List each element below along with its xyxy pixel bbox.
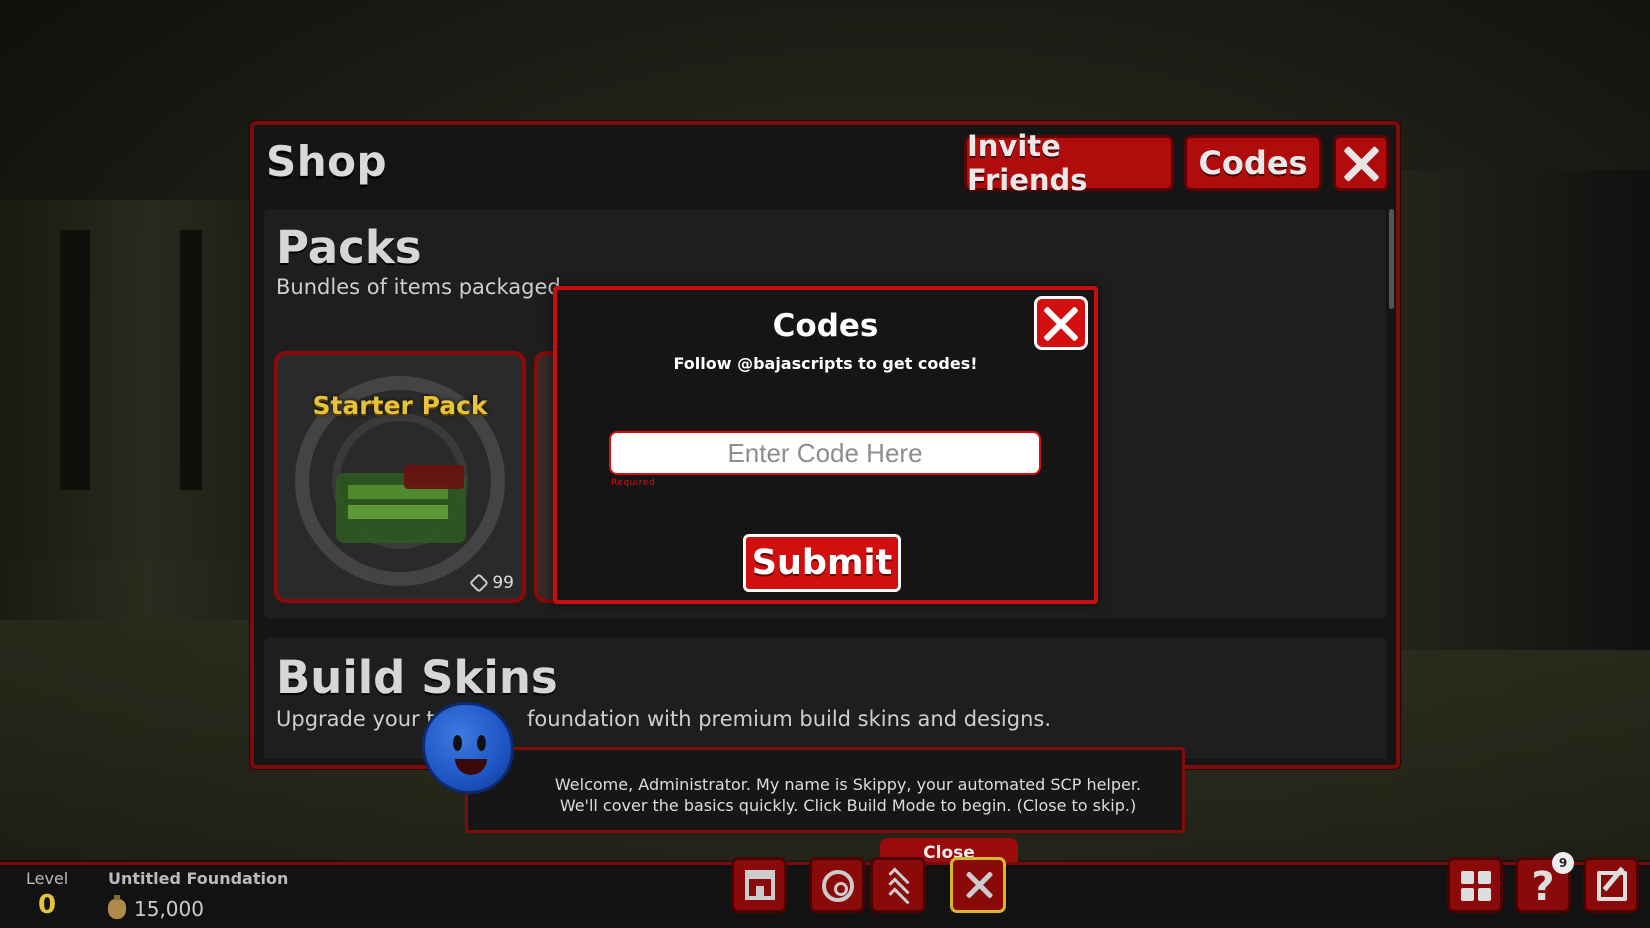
pack-price: 99 — [469, 573, 514, 593]
packs-title: Packs — [276, 221, 422, 274]
pack-name: Starter Pack — [312, 391, 488, 420]
build-skins-description-start: Upgrade your ty — [276, 707, 448, 731]
required-label: Required — [611, 478, 656, 488]
codes-close-button[interactable] — [1034, 296, 1088, 350]
shop-scrollbar[interactable] — [1389, 209, 1394, 309]
codes-subtitle: Follow @bajascripts to get codes! — [673, 354, 978, 373]
robux-icon — [469, 573, 490, 593]
build-skins-description: Upgrade your ty foundation with premium b… — [276, 707, 1051, 731]
tutorial-dialog: Welcome, Administrator. My name is Skipp… — [465, 747, 1185, 833]
codes-dialog: Codes Follow @bajascripts to get codes! … — [553, 286, 1098, 604]
tools-icon — [965, 870, 995, 900]
money-value: 15,000 — [134, 897, 204, 921]
layers-hud-button[interactable] — [870, 857, 926, 913]
help-button[interactable]: ? 9 — [1515, 852, 1574, 913]
codes-button[interactable]: Codes — [1184, 135, 1322, 191]
layers-icon — [885, 867, 913, 909]
codes-title: Codes — [772, 308, 879, 344]
build-skins-title: Build Skins — [276, 651, 558, 704]
background-wall-right — [1390, 170, 1650, 650]
tutorial-text: Welcome, Administrator. My name is Skipp… — [528, 774, 1168, 816]
shop-close-button[interactable] — [1333, 135, 1389, 191]
menu-grid-button[interactable] — [1447, 857, 1503, 913]
foundation-name: Untitled Foundation — [108, 869, 289, 888]
store-icon — [745, 870, 775, 900]
background-wall-left — [0, 200, 250, 620]
shop-title: Shop — [266, 137, 388, 186]
edit-button[interactable] — [1583, 857, 1639, 913]
tutorial-line-1: Welcome, Administrator. My name is Skipp… — [554, 775, 1142, 794]
build-mode-button[interactable] — [950, 857, 1006, 913]
background-pillar — [60, 230, 90, 490]
build-skins-description-end: foundation with premium build skins and … — [527, 707, 1052, 731]
background-pillar — [180, 230, 202, 490]
close-icon — [1042, 304, 1080, 342]
money-display: 15,000 — [108, 895, 204, 921]
skippy-mascot-icon — [422, 702, 514, 794]
money-bag-icon — [108, 895, 126, 919]
notification-badge: 9 — [1552, 852, 1574, 874]
level-label: Level — [26, 869, 69, 888]
grid-icon — [1461, 871, 1491, 901]
shop-hud-button[interactable] — [731, 857, 787, 913]
scp-hud-button[interactable] — [809, 857, 865, 913]
submit-button[interactable]: Submit — [743, 534, 901, 592]
invite-friends-button[interactable]: Invite Friends — [964, 129, 1174, 197]
close-icon — [1342, 144, 1380, 182]
pack-price-value: 99 — [492, 573, 514, 593]
level-value: 0 — [38, 890, 57, 920]
pack-card-starter[interactable]: Starter Pack 99 — [274, 351, 526, 603]
edit-icon — [1597, 871, 1627, 901]
tutorial-line-2: We'll cover the basics quickly. Click Bu… — [559, 796, 1137, 815]
scp-logo-icon — [822, 870, 854, 902]
packs-description: Bundles of items packaged — [276, 275, 561, 299]
bottom-hud: Level 0 Untitled Foundation 15,000 ? 9 — [0, 852, 1650, 928]
code-input[interactable] — [609, 431, 1041, 475]
